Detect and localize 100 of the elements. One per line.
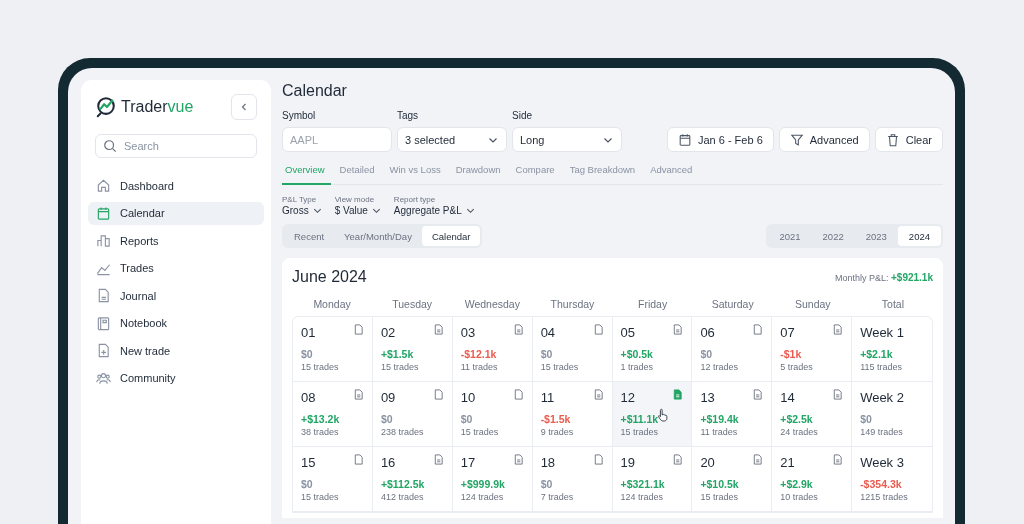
day-cell[interactable]: 15 $0 15 trades	[293, 447, 373, 512]
nav-item[interactable]: Community	[88, 366, 264, 390]
search-field[interactable]: Search	[95, 134, 257, 158]
day-cell[interactable]: 02 +$1.5k 15 trades	[372, 317, 453, 382]
note-icon[interactable]	[432, 454, 444, 465]
nav-item[interactable]: Trades	[88, 256, 264, 280]
advanced-filter-button[interactable]: Advanced	[778, 127, 870, 152]
dropdown[interactable]: 3 selected	[397, 127, 507, 152]
note-icon[interactable]	[352, 389, 364, 400]
view-option[interactable]: Recent	[284, 226, 335, 246]
weekday-header: Wednesday	[463, 298, 521, 310]
symbol-field[interactable]: AAPL	[282, 127, 392, 152]
day-cell[interactable]: 18 $0 7 trades	[532, 447, 613, 512]
pnl-value: -$12.1k	[460, 348, 497, 360]
day-cell[interactable]: 16 +$112.5k 412 trades	[372, 447, 453, 512]
date-range-button[interactable]: Jan 6 - Feb 6	[666, 127, 774, 152]
add-document-icon	[96, 343, 111, 359]
document-icon[interactable]	[752, 324, 764, 335]
day-cell[interactable]: 19 +$321.1k 124 trades	[612, 447, 693, 512]
logo-icon	[95, 96, 117, 118]
calendar-icon	[677, 132, 692, 147]
option-dropdown[interactable]: Gross	[282, 205, 323, 216]
nav-item[interactable]: Journal	[88, 284, 264, 308]
note-icon[interactable]	[832, 454, 844, 465]
note-icon[interactable]	[512, 324, 524, 335]
day-number: 20	[700, 455, 715, 470]
note-icon[interactable]	[672, 324, 684, 335]
day-cell[interactable]: 07 -$1k 5 trades	[772, 317, 853, 382]
trade-count: 15 trades	[301, 362, 339, 372]
day-cell[interactable]: 11 -$1.5k 9 trades	[532, 382, 613, 447]
note-icon[interactable]	[672, 389, 684, 400]
option-dropdown[interactable]: $ Value	[334, 205, 382, 216]
day-cell[interactable]: 08 +$13.2k 38 trades	[293, 382, 373, 447]
pnl-value: $0	[540, 478, 553, 490]
day-cell[interactable]: 03 -$12.1k 11 trades	[452, 317, 533, 382]
note-icon[interactable]	[592, 389, 604, 400]
option-dropdown[interactable]: Aggregate P&L	[393, 205, 476, 216]
pnl-value: -$354.3k	[860, 478, 902, 490]
day-cell[interactable]: 21 +$2.9k 10 trades	[772, 447, 853, 512]
year-option[interactable]: 2021	[768, 226, 812, 246]
day-number: 10	[460, 390, 476, 405]
trade-count: 15 trades	[301, 492, 339, 502]
day-cell[interactable]: 09 $0 238 trades	[372, 382, 453, 447]
day-cell[interactable]: 12 +$11.1k 15 trades	[612, 382, 693, 447]
search-icon	[103, 139, 117, 153]
clear-button[interactable]: Clear	[874, 127, 943, 152]
pnl-value: +$2.1k	[860, 348, 893, 360]
note-icon[interactable]	[832, 324, 844, 335]
trash-icon	[885, 132, 900, 147]
note-icon[interactable]	[672, 454, 684, 465]
day-number: 08	[301, 390, 316, 405]
document-icon	[96, 288, 111, 304]
day-number: 01	[301, 325, 316, 340]
nav-item[interactable]: Reports	[88, 229, 264, 253]
note-icon[interactable]	[752, 389, 764, 400]
pnl-value: +$2.5k	[780, 413, 813, 425]
trade-count: 124 trades	[620, 492, 664, 502]
day-cell[interactable]: 14 +$2.5k 24 trades	[772, 382, 853, 447]
day-cell[interactable]: 17 +$999.9k 124 trades	[452, 447, 533, 512]
dropdown[interactable]: Long	[512, 127, 622, 152]
trade-count: 1215 trades	[860, 492, 908, 502]
view-option[interactable]: Calendar	[421, 226, 481, 246]
note-icon[interactable]	[512, 454, 524, 465]
pnl-value: +$19.4k	[700, 413, 739, 425]
day-cell[interactable]: 01 $0 15 trades	[293, 317, 373, 382]
month-title: June 2024	[292, 268, 367, 286]
day-cell[interactable]: 06 $0 12 trades	[692, 317, 773, 382]
day-number: 05	[620, 325, 635, 340]
document-icon[interactable]	[432, 389, 444, 400]
day-cell[interactable]: 10 $0 15 trades	[452, 382, 533, 447]
year-option[interactable]: 2022	[811, 226, 855, 246]
document-icon[interactable]	[592, 324, 604, 335]
document-icon[interactable]	[352, 454, 364, 465]
pnl-value: +$13.2k	[301, 413, 340, 425]
day-cell[interactable]: 20 +$10.5k 15 trades	[692, 447, 773, 512]
day-cell[interactable]: 04 $0 15 trades	[532, 317, 613, 382]
year-option[interactable]: 2023	[854, 226, 898, 246]
document-icon[interactable]	[352, 324, 364, 335]
note-icon[interactable]	[832, 389, 844, 400]
day-number: 12	[620, 390, 635, 405]
day-cell[interactable]: 13 +$19.4k 11 trades	[692, 382, 773, 447]
pnl-value: +$11.1k	[620, 413, 659, 425]
nav-item[interactable]: New trade	[88, 339, 264, 363]
pnl-value: $0	[700, 348, 713, 360]
note-icon[interactable]	[432, 324, 444, 335]
weekday-header: Tuesday	[391, 298, 434, 310]
option-label: View mode	[334, 195, 376, 204]
note-icon[interactable]	[752, 454, 764, 465]
year-option[interactable]: 2024	[897, 226, 941, 246]
nav-item[interactable]: Calendar	[88, 201, 264, 225]
day-number: 06	[700, 325, 715, 340]
pnl-value: $0	[301, 478, 313, 490]
document-icon[interactable]	[592, 454, 604, 465]
nav-item[interactable]: Notebook	[88, 311, 264, 335]
day-number: 21	[780, 455, 795, 470]
bar-chart-icon	[96, 233, 111, 249]
brand-name: Tradervue	[121, 98, 194, 116]
nav-item[interactable]: Dashboard	[88, 174, 264, 198]
document-icon[interactable]	[512, 389, 524, 400]
view-option[interactable]: Year/Month/Day	[334, 226, 422, 246]
